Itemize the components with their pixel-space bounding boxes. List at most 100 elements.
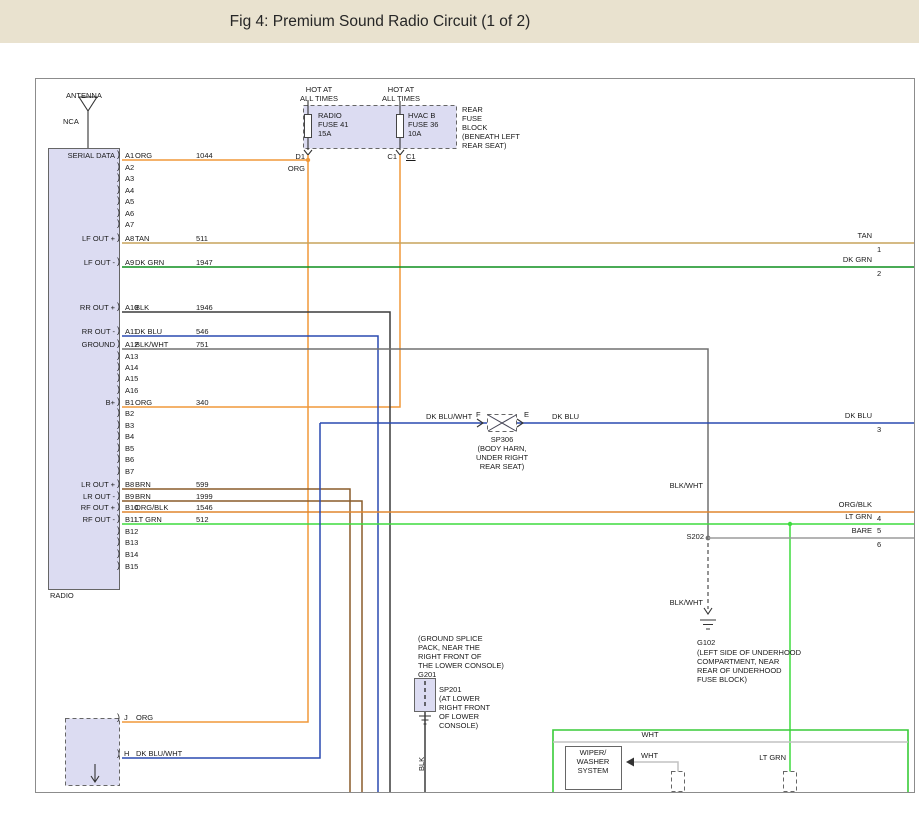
radio-pin-row-A1: SERIAL DATA)A1ORG1044: [0, 151, 320, 161]
exit-num-1: 1: [877, 245, 881, 254]
radio-pin-function: LF OUT +: [30, 234, 115, 243]
radio-pin-bracket: ): [117, 361, 120, 371]
sp201-desc: (AT LOWER RIGHT FRONT OF LOWER CONSOLE): [439, 694, 490, 730]
radio-wire-color-label: ORG: [135, 151, 152, 160]
radio-pin-row-B7: )B7: [0, 467, 320, 477]
radio-pin-bracket: ): [117, 184, 120, 194]
radio-pin-function: RR OUT -: [30, 327, 115, 336]
radio-pin-id: A3: [125, 174, 134, 183]
radio-pin-bracket: ): [117, 478, 120, 488]
g102-desc: (LEFT SIDE OF UNDERHOOD COMPARTMENT, NEA…: [697, 648, 801, 684]
sp306-desc: (BODY HARN, UNDER RIGHT REAR SEAT): [476, 444, 528, 471]
radio-pin-id: B12: [125, 527, 138, 536]
radio-pin-bracket: ): [117, 430, 120, 440]
exit-wire-label-4: ORG/BLK: [839, 500, 872, 509]
radio-pin-bracket: ): [117, 350, 120, 360]
radio-wire-color-label: TAN: [135, 234, 149, 243]
radio-pin-bracket: ): [117, 465, 120, 475]
radio-wire-circuit-label: 340: [196, 398, 209, 407]
radio-pin-function: GROUND: [30, 340, 115, 349]
radio-pin-bracket: ): [117, 149, 120, 159]
radio-pin-row-B13: ) B13: [0, 538, 320, 548]
antenna-code: NCA: [63, 117, 79, 126]
exit-num-5: 5: [877, 526, 881, 535]
radio-pin-bracket: ): [117, 548, 120, 558]
radio-pin-function: RR OUT +: [30, 303, 115, 312]
radio-pin-id: B6: [125, 455, 134, 464]
radio-pin-bracket: ): [117, 372, 120, 382]
radio-pin-bracket: ): [117, 325, 120, 335]
radio-pin-function: RF OUT -: [30, 515, 115, 524]
radio-pin-row-A8: LF OUT +)A8TAN511: [0, 234, 320, 244]
radio-pin-id: A1: [125, 151, 134, 160]
radio-pin-id: A2: [125, 163, 134, 172]
sp306-pin-e-label: E: [524, 410, 529, 419]
exit-wire-label-6: BARE: [852, 526, 872, 535]
radio-wire-circuit-label: 512: [196, 515, 209, 524]
radio-pin-row-A9: LF OUT -)A9DK GRN1947: [0, 258, 320, 268]
radio-wire-circuit-label: 599: [196, 480, 209, 489]
radio-wire-color-label: BLK/WHT: [135, 340, 168, 349]
radio-wire-color-label: LT GRN: [135, 515, 162, 524]
radio-wire-circuit-label: 751: [196, 340, 209, 349]
pin-h-label: H: [124, 749, 129, 758]
radio-pin-function: SERIAL DATA: [30, 151, 115, 160]
fuse-36-label: HVAC B FUSE 36 10A: [408, 111, 438, 138]
radio-pin-row-B4: )B4: [0, 432, 320, 442]
wht-top-label: WHT: [641, 730, 658, 739]
radio-pin-function: RF OUT +: [30, 503, 115, 512]
radio-pin-function: B+: [30, 398, 115, 407]
radio-wire-circuit-label: 1999: [196, 492, 213, 501]
exit-wire-label-1: TAN: [858, 231, 872, 240]
radio-pin-row-A7: )A7: [0, 220, 320, 230]
radio-wire-color-label: BRN: [135, 492, 151, 501]
radio-pin-bracket: ): [117, 207, 120, 217]
radio-pin-row-B11: RF OUT -)B11LT GRN512: [0, 515, 320, 525]
connector-c1-label: C1: [406, 152, 416, 161]
radio-pin-function: LR OUT -: [30, 492, 115, 501]
radio-pin-row-B6: )B6: [0, 455, 320, 465]
radio-pin-bracket: ): [117, 301, 120, 311]
pin-h-bracket: ): [117, 748, 120, 759]
radio-pin-row-A10: RR OUT +)A10BLK1946: [0, 303, 320, 313]
radio-pin-id: A13: [125, 352, 138, 361]
radio-pin-id: A4: [125, 186, 134, 195]
radio-pin-row-A5: )A5: [0, 197, 320, 207]
radio-pin-id: B13: [125, 538, 138, 547]
fuse-41-label: RADIO FUSE 41 15A: [318, 111, 348, 138]
radio-pin-bracket: ): [117, 218, 120, 228]
radio-pin-row-A3: )A3: [0, 174, 320, 184]
radio-wire-circuit-label: 1946: [196, 303, 213, 312]
radio-pin-row-B10: RF OUT +)B10ORG/BLK1546: [0, 503, 320, 513]
radio-wire-color-label: ORG: [135, 398, 152, 407]
radio-pin-id: B2: [125, 409, 134, 418]
radio-pin-function: LR OUT +: [30, 480, 115, 489]
radio-pin-row-A15: )A15: [0, 374, 320, 384]
radio-pin-id: A6: [125, 209, 134, 218]
junction-dot-ltgrn: [788, 522, 792, 526]
exit-wire-label-5: LT GRN: [845, 512, 872, 521]
radio-wire-color-label: ORG/BLK: [135, 503, 168, 512]
sp306-name: SP306: [491, 435, 514, 444]
radio-pin-row-B1: B+)B1ORG340: [0, 398, 320, 408]
sp306-wire-left-label: DK BLU/WHT: [426, 412, 472, 421]
sp306-pin-f-label: F: [476, 410, 481, 419]
radio-pin-id: A8: [125, 234, 134, 243]
radio-pin-id: B15: [125, 562, 138, 571]
radio-pin-id: B5: [125, 444, 134, 453]
radio-wire-circuit-label: 1546: [196, 503, 213, 512]
radio-pin-bracket: ): [117, 536, 120, 546]
hot-at-all-times-right: HOT AT ALL TIMES: [382, 85, 420, 103]
radio-pin-row-B9: LR OUT -)B9BRN1999: [0, 492, 320, 502]
radio-pin-row-B15: )B15: [0, 562, 320, 572]
connector-marker-ltgrn: [784, 772, 797, 792]
wht-arrow-label: WHT: [641, 751, 658, 760]
radio-pin-row-A4: ) A4: [0, 186, 320, 196]
radio-pin-bracket: ): [117, 161, 120, 171]
radio-pin-id: B14: [125, 550, 138, 559]
sp306-wire-right-label: DK BLU: [552, 412, 579, 421]
exit-num-6: 6: [877, 540, 881, 549]
g201-desc: (GROUND SPLICE PACK, NEAR THE RIGHT FRON…: [418, 634, 504, 670]
radio-pin-bracket: ): [117, 384, 120, 394]
radio-pin-row-A13: ) A13: [0, 352, 320, 362]
